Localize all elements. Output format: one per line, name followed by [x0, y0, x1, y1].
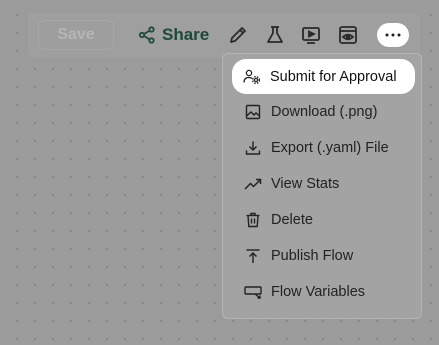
menu-item-delete[interactable]: Delete: [223, 203, 421, 237]
share-icon: [138, 26, 156, 44]
image-icon: [243, 102, 263, 122]
users-gear-icon: [242, 67, 262, 87]
download-icon: [243, 138, 263, 158]
trash-icon: [243, 210, 263, 230]
menu-item-label: Export (.yaml) File: [271, 140, 389, 156]
menu-item-publish-flow[interactable]: Publish Flow: [223, 239, 421, 273]
share-button[interactable]: Share: [138, 20, 209, 50]
menu-item-submit-for-approval[interactable]: Submit for Approval: [232, 59, 415, 94]
menu-item-view-stats[interactable]: View Stats: [223, 167, 421, 201]
more-options-button[interactable]: [377, 23, 409, 47]
menu-item-label: Download (.png): [271, 104, 378, 120]
flow-toolbar: Save Share: [28, 13, 420, 58]
trending-up-icon: [243, 174, 263, 194]
share-label: Share: [162, 25, 210, 44]
flask-icon[interactable]: [263, 23, 287, 47]
menu-item-label: Flow Variables: [271, 284, 366, 300]
upload-icon: [243, 246, 263, 266]
menu-item-flow-variables[interactable]: Flow Variables: [223, 275, 421, 309]
menu-item-label: Delete: [271, 212, 313, 228]
more-horizontal-icon: [385, 33, 401, 37]
menu-item-export-yaml[interactable]: Export (.yaml) File: [223, 131, 421, 165]
menu-item-label: Submit for Approval: [270, 68, 397, 85]
save-button[interactable]: Save: [38, 20, 114, 50]
menu-item-label: View Stats: [271, 176, 340, 192]
menu-item-label: Publish Flow: [271, 248, 354, 264]
pencil-icon[interactable]: [226, 23, 250, 47]
variables-icon: [243, 282, 263, 302]
play-screen-icon[interactable]: [299, 23, 323, 47]
preview-eye-icon[interactable]: [336, 23, 360, 47]
menu-item-download-png[interactable]: Download (.png): [223, 95, 421, 129]
